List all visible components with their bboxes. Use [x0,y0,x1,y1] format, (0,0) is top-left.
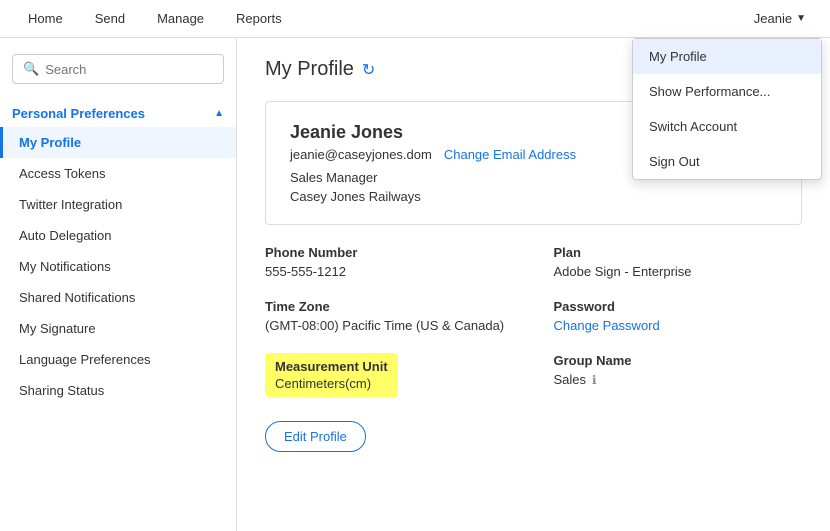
sidebar-item-auto-delegation[interactable]: Auto Delegation [0,220,236,251]
sidebar-item-my-profile[interactable]: My Profile [0,127,236,158]
nav-manage[interactable]: Manage [141,0,220,38]
search-box[interactable]: 🔍 [12,54,224,84]
measurement-value: Centimeters(cm) [275,376,388,391]
password-label: Password [554,299,803,314]
timezone-value: (GMT-08:00) Pacific Time (US & Canada) [265,318,514,333]
phone-label: Phone Number [265,245,514,260]
nav-home[interactable]: Home [12,0,79,38]
personal-preferences-header[interactable]: Personal Preferences ▲ [0,100,236,127]
user-dropdown-menu: My Profile Show Performance... Switch Ac… [632,38,822,180]
timezone-info: Time Zone (GMT-08:00) Pacific Time (US &… [265,299,514,333]
group-label: Group Name [554,353,803,368]
nav-items: Home Send Manage Reports [12,0,742,38]
group-info: Group Name Sales ℹ [554,353,803,397]
nav-send[interactable]: Send [79,0,141,38]
phone-value: 555-555-1212 [265,264,514,279]
dropdown-item-my-profile[interactable]: My Profile [633,39,821,74]
profile-email-text: jeanie@caseyjones.dom [290,147,432,162]
sidebar: 🔍 Personal Preferences ▲ My Profile Acce… [0,38,237,531]
group-value: Sales [554,372,587,387]
page-title: My Profile [265,58,354,81]
search-icon: 🔍 [23,61,39,77]
plan-value: Adobe Sign - Enterprise [554,264,803,279]
refresh-icon[interactable]: ↻ [362,60,375,80]
chevron-up-icon: ▲ [214,108,224,119]
top-nav: Home Send Manage Reports Jeanie ▼ My Pro… [0,0,830,38]
phone-info: Phone Number 555-555-1212 [265,245,514,279]
change-password-link[interactable]: Change Password [554,318,660,333]
search-input[interactable] [45,62,213,77]
sidebar-item-sharing-status[interactable]: Sharing Status [0,375,236,406]
sidebar-item-language-preferences[interactable]: Language Preferences [0,344,236,375]
user-chevron-icon: ▼ [796,13,806,24]
dropdown-item-sign-out[interactable]: Sign Out [633,144,821,179]
dropdown-item-switch-account[interactable]: Switch Account [633,109,821,144]
sidebar-item-my-signature[interactable]: My Signature [0,313,236,344]
plan-label: Plan [554,245,803,260]
dropdown-item-show-performance[interactable]: Show Performance... [633,74,821,109]
section-label: Personal Preferences [12,106,145,121]
nav-reports[interactable]: Reports [220,0,298,38]
measurement-info: Measurement Unit Centimeters(cm) [265,353,514,397]
sidebar-item-shared-notifications[interactable]: Shared Notifications [0,282,236,313]
measurement-label: Measurement Unit [275,359,388,374]
user-menu-trigger[interactable]: Jeanie ▼ [742,11,818,26]
password-info: Password Change Password [554,299,803,333]
sidebar-item-my-notifications[interactable]: My Notifications [0,251,236,282]
info-icon: ℹ [592,373,597,387]
timezone-label: Time Zone [265,299,514,314]
sidebar-item-access-tokens[interactable]: Access Tokens [0,158,236,189]
change-email-link[interactable]: Change Email Address [444,147,576,162]
user-name-label: Jeanie [754,11,792,26]
sidebar-item-twitter-integration[interactable]: Twitter Integration [0,189,236,220]
measurement-highlight: Measurement Unit Centimeters(cm) [265,353,398,397]
profile-company: Casey Jones Railways [290,189,777,204]
edit-profile-button[interactable]: Edit Profile [265,421,366,452]
plan-info: Plan Adobe Sign - Enterprise [554,245,803,279]
info-grid: Phone Number 555-555-1212 Plan Adobe Sig… [265,245,802,397]
